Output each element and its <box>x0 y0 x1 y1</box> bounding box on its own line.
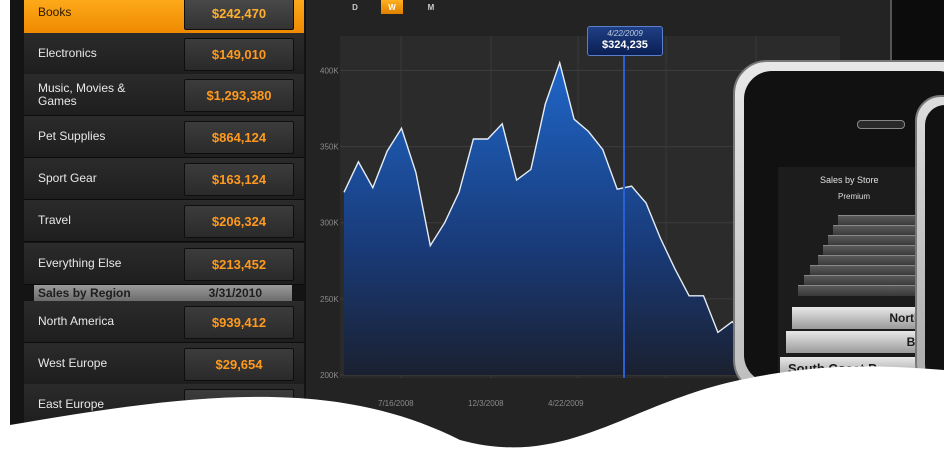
white-wave-overlay <box>10 366 944 455</box>
app-stage: Books $242,470 Electronics $149,010 Music, M… <box>10 0 944 455</box>
